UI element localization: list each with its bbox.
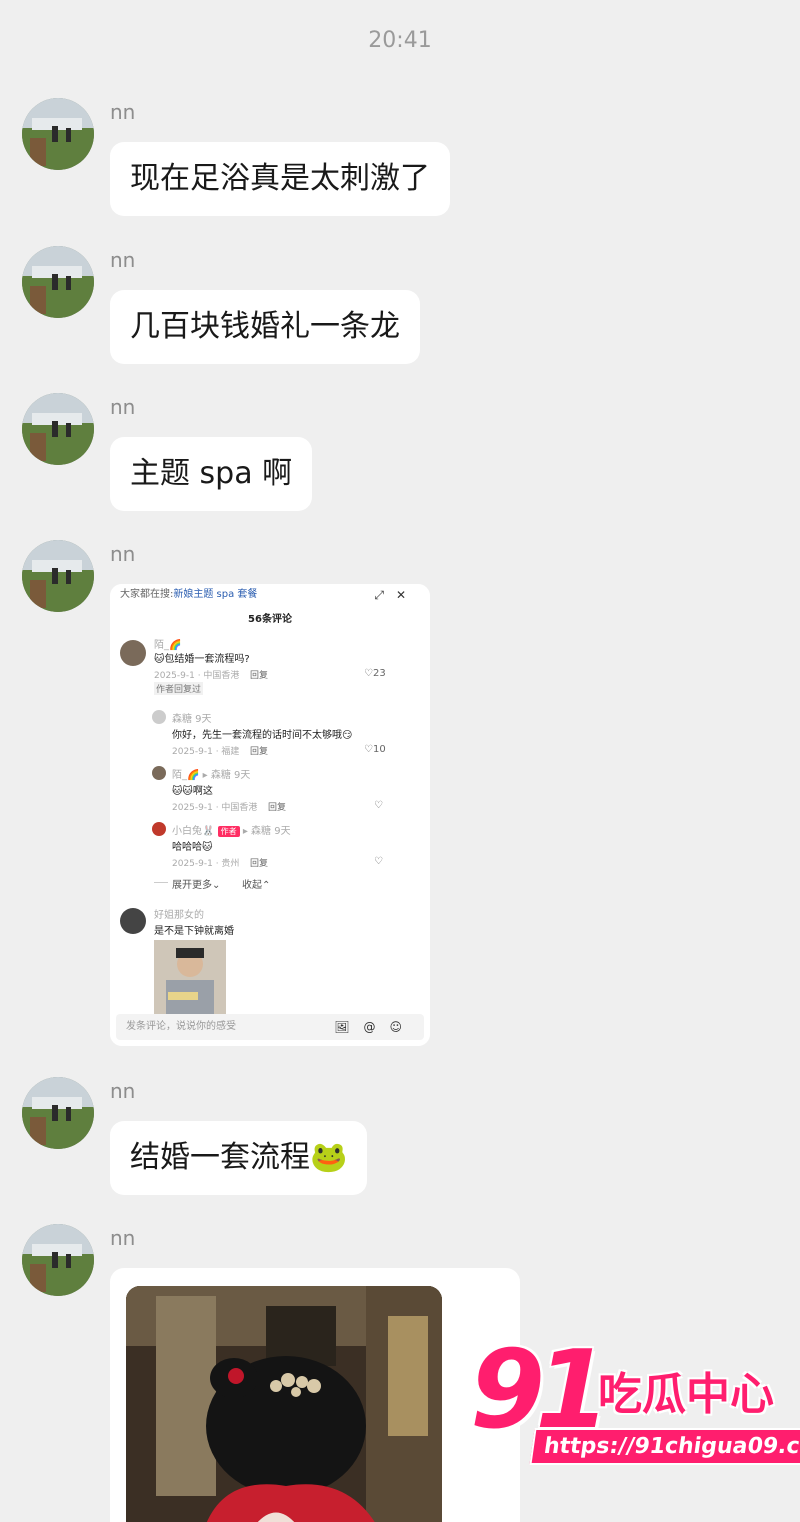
comment-item: 小白兔🐰 作者 ▸ 森糖 9天 哈哈哈🐱 2025-9-1 · 贵州 回复 ♡ <box>152 820 422 869</box>
avatar <box>152 710 166 724</box>
input-icons: 🖼@☺ <box>334 1020 416 1034</box>
avatar <box>152 822 166 836</box>
avatar[interactable] <box>22 1077 94 1149</box>
message-bubble[interactable]: 主题 spa 啊 <box>110 437 313 511</box>
sender-name: nn <box>110 1226 136 1250</box>
sender-name: nn <box>110 395 136 419</box>
comment-screenshot: 大家都在搜:新娘主题 spa 套餐 ⤢✕ 56条评论 陌_🌈 🐱包结婚一套流程吗… <box>110 584 430 1046</box>
avatar[interactable] <box>22 246 94 318</box>
sender-name: nn <box>110 248 136 272</box>
avatar <box>152 766 166 780</box>
message-bubble[interactable]: 结婚一套流程🐸 <box>110 1121 368 1195</box>
message-bubble[interactable]: 几百块钱婚礼一条龙 <box>110 290 420 364</box>
sender-name: nn <box>110 100 136 124</box>
watermark-url: https://91chigua09.com <box>529 1428 800 1465</box>
author-badge: 作者 <box>217 826 240 837</box>
avatar[interactable] <box>22 1224 94 1296</box>
comment-item: 陌_🌈 ▸ 森糖 9天 🐱🐱啊这 2025-9-1 · 中国香港 回复 ♡ <box>152 764 422 813</box>
chat-timestamp: 20:41 <box>368 28 432 53</box>
video-message[interactable] <box>110 1268 520 1522</box>
expand-more: 展开更多⌄ <box>172 880 221 891</box>
divider <box>154 882 168 883</box>
message-bubble[interactable]: 现在足浴真是太刺激了 <box>110 142 450 216</box>
avatar[interactable] <box>22 540 94 612</box>
close-icon: ⤢✕ <box>374 588 418 602</box>
video-thumbnail <box>126 1286 442 1522</box>
avatar <box>120 908 146 934</box>
sender-name: nn <box>110 542 136 566</box>
comment-item: 陌_🌈 🐱包结婚一套流程吗? 2025-9-1 · 中国香港 回复 ♡23 作者… <box>120 636 420 696</box>
image-message[interactable]: 大家都在搜:新娘主题 spa 套餐 ⤢✕ 56条评论 陌_🌈 🐱包结婚一套流程吗… <box>110 584 430 1046</box>
collapse: 收起⌃ <box>242 880 271 891</box>
comment-item: 森糖 9天 你好，先生一套流程的话时间不太够哦😏 2025-9-1 · 福建 回… <box>152 708 422 757</box>
watermark-logo: 91 吃瓜中心 https://91chigua09.com <box>470 1336 800 1476</box>
watermark-name: 吃瓜中心 <box>598 1369 774 1420</box>
comment-count: 56条评论 <box>248 614 292 625</box>
comment-input: 发条评论，说说你的感受 🖼@☺ <box>116 1014 424 1040</box>
comment-image <box>154 940 226 1014</box>
avatar <box>120 640 146 666</box>
sender-name: nn <box>110 1079 136 1103</box>
comment-item: 好姐那女的 是不是下钟就离婚 <box>120 906 420 1016</box>
avatar[interactable] <box>22 98 94 170</box>
avatar[interactable] <box>22 393 94 465</box>
